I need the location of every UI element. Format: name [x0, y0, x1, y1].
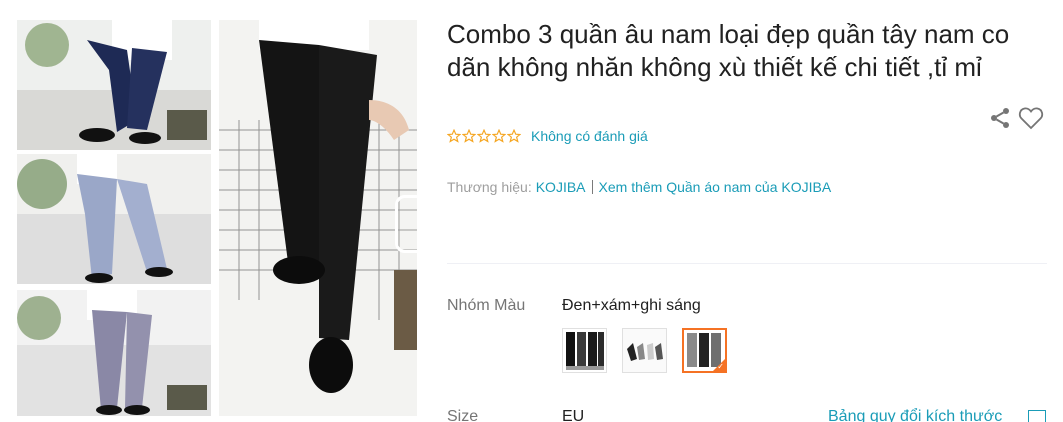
- star-empty-icon: [507, 129, 521, 143]
- color-swatch-3[interactable]: ✓: [682, 328, 727, 373]
- brand-link[interactable]: KOJIBA: [536, 179, 586, 195]
- thumbnail-lightblue-trousers[interactable]: [17, 154, 211, 284]
- checkmark-icon: ✓: [717, 362, 724, 371]
- color-swatch-1[interactable]: [562, 328, 607, 373]
- brand-row: Thương hiệu: KOJIBA Xem thêm Quần áo nam…: [447, 179, 831, 195]
- product-gallery: [13, 18, 417, 418]
- brand-separator: [591, 180, 593, 194]
- product-title: Combo 3 quần âu nam loại đẹp quần tây na…: [447, 19, 1010, 82]
- star-empty-icon: [492, 129, 506, 143]
- rating-row: Không có đánh giá: [447, 128, 648, 144]
- star-empty-icon: [462, 129, 476, 143]
- color-swatches: ✓: [562, 328, 727, 373]
- color-family-value: Đen+xám+ghi sáng: [562, 297, 701, 314]
- color-swatch-2[interactable]: [622, 328, 667, 373]
- color-family-label: Nhóm Màu: [447, 297, 526, 314]
- size-chart-icon[interactable]: [1028, 410, 1046, 422]
- heart-icon[interactable]: [1018, 106, 1044, 130]
- no-reviews-link[interactable]: Không có đánh giá: [531, 128, 648, 144]
- main-product-image[interactable]: [219, 20, 417, 416]
- video-play-button[interactable]: [395, 195, 417, 253]
- rating-stars: [447, 129, 521, 143]
- star-empty-icon: [447, 129, 461, 143]
- size-guide-link[interactable]: Bảng quy đổi kích thước: [828, 408, 1002, 422]
- more-from-brand-link[interactable]: Xem thêm Quần áo nam của KOJIBA: [599, 179, 832, 195]
- star-empty-icon: [477, 129, 491, 143]
- section-divider: [447, 263, 1047, 264]
- size-value[interactable]: EU: [562, 408, 584, 422]
- size-label: Size: [447, 408, 479, 422]
- share-icon[interactable]: [988, 106, 1012, 130]
- thumbnail-lavender-trousers[interactable]: [17, 290, 211, 416]
- brand-label: Thương hiệu:: [447, 179, 532, 195]
- thumbnail-navy-trousers[interactable]: [17, 20, 211, 150]
